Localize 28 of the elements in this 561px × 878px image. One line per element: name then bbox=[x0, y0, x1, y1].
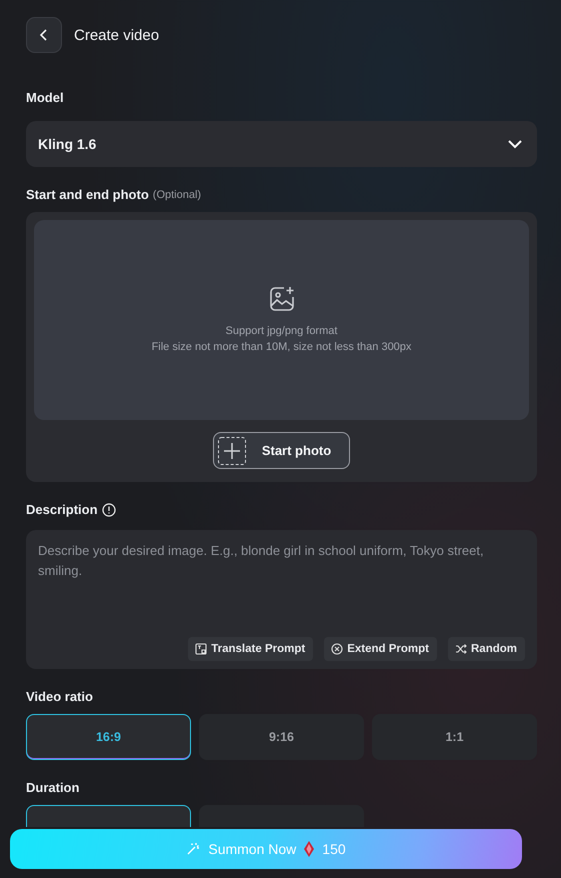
section-label: Start and end photo bbox=[26, 187, 149, 202]
page-title: Create video bbox=[74, 26, 160, 44]
info-icon bbox=[102, 502, 116, 516]
start-photo-button[interactable]: Start photo bbox=[212, 432, 350, 469]
section-label: Video ratio bbox=[26, 689, 94, 704]
prompt-tool-button[interactable]: Translate Prompt bbox=[188, 637, 314, 661]
description-field[interactable]: Describe your desired image. E.g., blonde girl in school uniform, Tokyo street, smiling. Translate Prompt Extend Prompt Random bbox=[26, 530, 537, 669]
drop-zone[interactable]: Support jpg/png format File size not more than 10M, size not less than 300px bbox=[34, 220, 529, 420]
section-label: Model bbox=[26, 90, 65, 105]
back-button[interactable] bbox=[26, 17, 62, 53]
translate-icon bbox=[195, 643, 208, 655]
section-label: Description bbox=[26, 502, 98, 517]
plus-icon bbox=[218, 436, 246, 464]
model-dropdown[interactable]: Kling 1.6 bbox=[26, 121, 537, 167]
shuffle-icon bbox=[455, 643, 467, 655]
gem-icon bbox=[304, 841, 314, 857]
ratio-option[interactable]: 16:9 bbox=[26, 714, 191, 760]
ratio-option[interactable]: 1:1 bbox=[372, 714, 537, 760]
section-label: Duration bbox=[26, 780, 80, 795]
magic-wand-icon bbox=[186, 842, 200, 856]
prompt-tool-button[interactable]: Extend Prompt bbox=[324, 637, 437, 661]
placeholder-text: Describe your desired image. E.g., blonde girl in school uniform, Tokyo street, smiling. bbox=[38, 542, 485, 580]
upload-hint: Support jpg/png format File size not more than 10M, size not less than 300px bbox=[152, 324, 412, 355]
duration-option[interactable] bbox=[26, 805, 191, 827]
ratio-option[interactable]: 9:16 bbox=[199, 714, 364, 760]
add-image-icon bbox=[268, 285, 296, 313]
optional-note: (Optional) bbox=[152, 188, 202, 200]
prompt-tool-button[interactable]: Random bbox=[448, 637, 525, 661]
